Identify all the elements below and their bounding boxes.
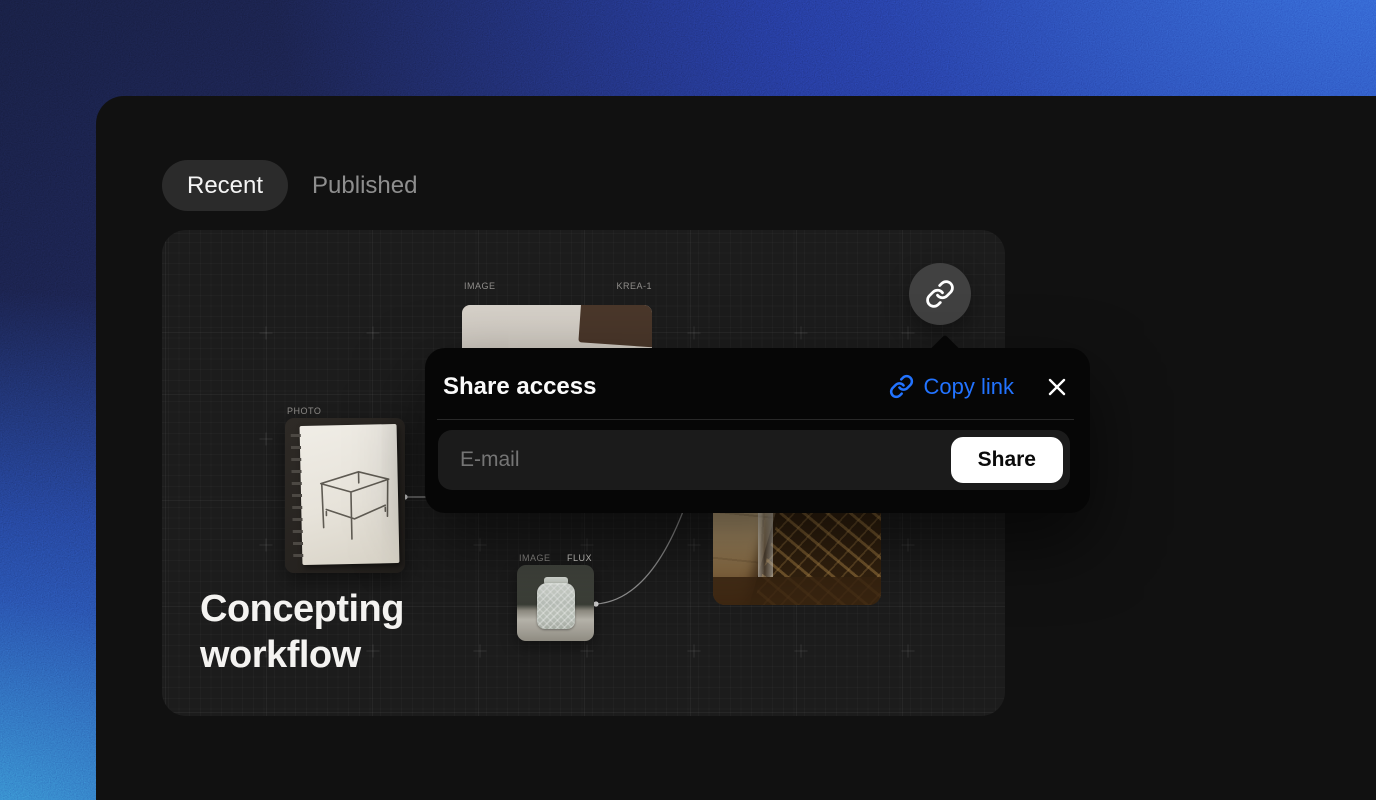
node-type-label: IMAGE <box>464 281 496 291</box>
copy-link-label: Copy link <box>924 374 1014 400</box>
link-icon <box>925 279 955 309</box>
notebook-sketch-image <box>285 418 405 573</box>
notebook-node-labels: PHOTO <box>287 406 397 416</box>
node-model-label: FLUX <box>567 553 592 563</box>
node-type-label: IMAGE <box>519 553 551 563</box>
project-title: Concepting workflow <box>200 586 460 678</box>
tabs-bar: Recent Published <box>162 160 417 211</box>
popover-title: Share access <box>443 373 889 401</box>
screen: Recent Published IMAGE KREA-1 PHOTO <box>0 0 1376 800</box>
jar-node-labels: IMAGE FLUX <box>519 553 592 563</box>
email-field-row: Share <box>438 430 1070 490</box>
close-button[interactable] <box>1046 376 1068 398</box>
share-link-button[interactable] <box>909 263 971 325</box>
tab-recent[interactable]: Recent <box>162 160 288 211</box>
share-button[interactable]: Share <box>951 437 1063 483</box>
table-sketch-drawing <box>308 438 398 560</box>
copy-link-button[interactable]: Copy link <box>889 374 1014 400</box>
tab-published[interactable]: Published <box>312 160 417 211</box>
close-icon <box>1046 376 1068 398</box>
table-photo-node-labels: IMAGE KREA-1 <box>464 281 652 291</box>
glass-jar-image <box>517 565 594 641</box>
spiral-binding <box>291 430 304 561</box>
node-model-label: KREA-1 <box>616 281 652 291</box>
node-type-label: PHOTO <box>287 406 321 416</box>
popover-divider <box>437 419 1074 420</box>
share-access-popover: Share access Copy link Share <box>425 348 1090 513</box>
link-icon <box>889 374 914 399</box>
popover-header: Share access Copy link <box>425 348 1090 419</box>
